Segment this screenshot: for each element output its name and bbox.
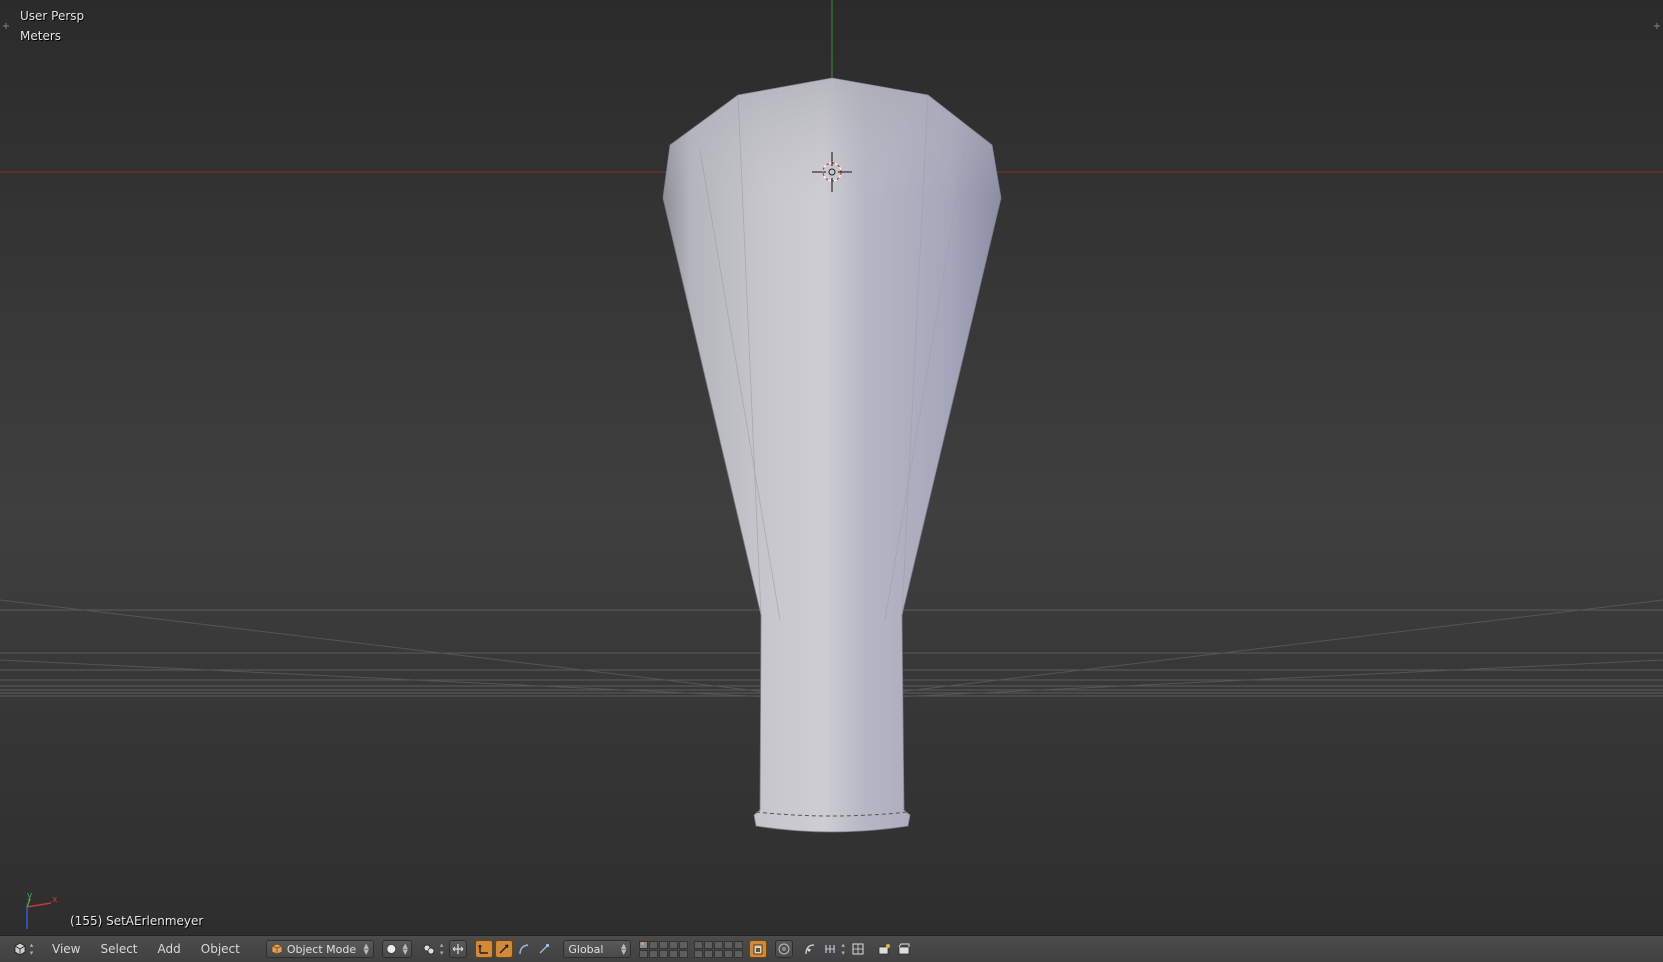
svg-text:x: x (52, 895, 58, 905)
3d-view-header: ▴ ▾ View Select Add Object Object Mode ▲ ▼… (0, 935, 1663, 962)
layer-button[interactable] (659, 940, 669, 949)
snap-element-icon (852, 943, 864, 955)
layer-button[interactable] (639, 949, 649, 958)
layer-button[interactable] (714, 949, 724, 958)
layer-button[interactable] (734, 940, 744, 949)
mode-dropdown[interactable]: Object Mode ▲ ▼ (265, 940, 374, 958)
render-button[interactable] (875, 940, 893, 958)
falloff-icon (805, 944, 815, 955)
translate-icon (478, 944, 489, 954)
layer-button[interactable] (659, 949, 669, 958)
view-name-label: User Persp (20, 9, 85, 23)
layer-button[interactable] (704, 949, 714, 958)
arc-manipulator-button[interactable] (515, 940, 533, 958)
transform-orientation-dropdown[interactable]: Global ▲ ▼ (563, 940, 632, 958)
object-info-label: (155) SetAErlenmeyer (70, 914, 204, 928)
snap-element-button[interactable] (849, 940, 867, 958)
layers-group-1[interactable] (639, 940, 689, 958)
pivot-point-icon (423, 944, 435, 955)
falloff-button[interactable] (801, 940, 819, 958)
render-icon (878, 944, 890, 955)
area-split-corner-tl[interactable]: + (1, 22, 11, 32)
menu-object[interactable]: Object (201, 942, 240, 956)
rotate-icon (499, 944, 509, 954)
menu-view[interactable]: View (52, 942, 80, 956)
snap-toggle-icon (825, 945, 836, 953)
layer-button[interactable] (704, 940, 714, 949)
layer-button[interactable] (724, 940, 734, 949)
mode-label: Object Mode (286, 942, 357, 956)
svg-text:y: y (27, 891, 33, 901)
layer-button[interactable] (714, 940, 724, 949)
lock-layer-button[interactable] (749, 940, 768, 958)
lock-layer-icon (753, 944, 763, 955)
layer-button[interactable] (694, 949, 704, 958)
snap-toggle-button[interactable] (821, 940, 839, 958)
orientation-label: Global (568, 942, 604, 956)
layer-button[interactable] (734, 949, 744, 958)
layer-button[interactable] (724, 949, 734, 958)
rotate-manipulator-button[interactable] (495, 940, 514, 958)
layer-button[interactable] (679, 949, 689, 958)
viewport-shading-dropdown[interactable]: ▲ ▼ (381, 940, 412, 958)
3d-viewport[interactable]: x y User Persp Meters (155) SetAErlenmey… (0, 0, 1663, 935)
scale-icon (519, 944, 529, 955)
scale-icon (539, 944, 550, 954)
dropdown-arrows-icon: ▲ ▼ (363, 942, 369, 956)
layer-button[interactable] (639, 940, 649, 949)
render-anim-icon (898, 943, 910, 955)
scale-manipulator-button[interactable] (535, 940, 553, 958)
units-label: Meters (20, 29, 62, 43)
proportional-edit-button[interactable] (775, 940, 794, 958)
menu-add[interactable]: Add (158, 942, 181, 956)
dropdown-arrows-icon: ▲ ▼ (402, 942, 408, 956)
render-animation-button[interactable] (895, 940, 913, 958)
menu-select[interactable]: Select (100, 942, 137, 956)
proportional-edit-icon (778, 943, 790, 955)
translate-manipulator-button[interactable] (475, 940, 494, 958)
manipulator-toggle-icon (453, 944, 464, 954)
object-cube-icon (271, 943, 283, 955)
layer-button[interactable] (679, 940, 689, 949)
layer-button[interactable] (649, 949, 659, 958)
dropdown-arrows-icon: ▲ ▼ (620, 942, 627, 956)
axis-gizmo: x y (26, 891, 58, 929)
editor-type-selector[interactable]: ▴ ▾ (8, 940, 38, 958)
pivot-point-button[interactable] (420, 940, 438, 958)
3d-view-icon (14, 942, 26, 956)
layer-button[interactable] (649, 940, 659, 949)
layer-button[interactable] (669, 949, 679, 958)
scene-canvas[interactable]: x y (0, 0, 1663, 935)
solid-sphere-icon (386, 944, 396, 954)
layers-group-2[interactable] (694, 940, 744, 958)
layer-button[interactable] (694, 940, 704, 949)
manipulator-toggle-button[interactable] (449, 940, 468, 958)
area-split-corner-tr[interactable]: + (1652, 22, 1662, 32)
layer-button[interactable] (669, 940, 679, 949)
